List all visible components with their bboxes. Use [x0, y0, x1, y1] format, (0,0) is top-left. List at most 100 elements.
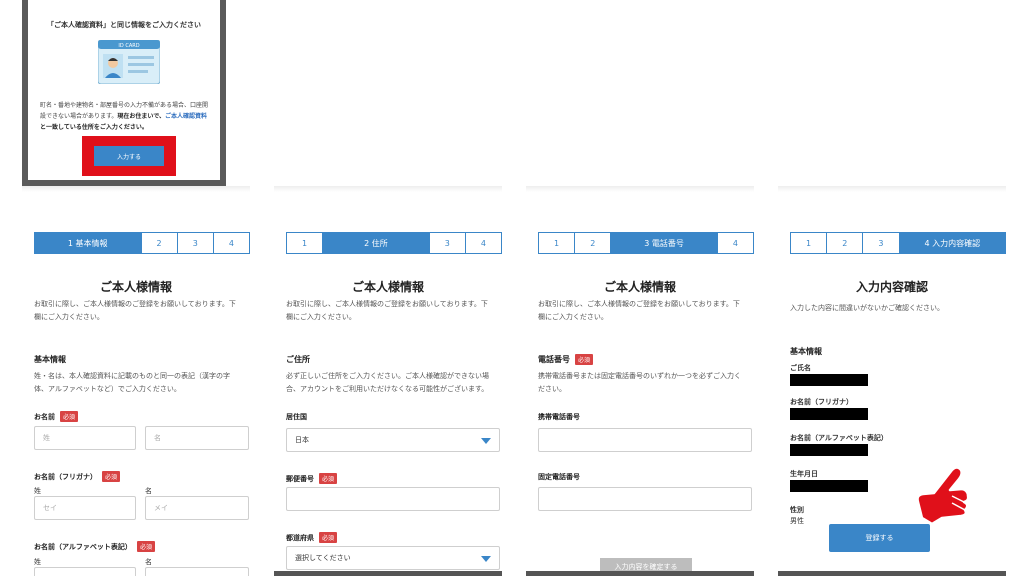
page-title: ご本人様情報	[603, 280, 676, 294]
section-title: 電話番号 必須	[538, 354, 594, 365]
last-name-input[interactable]: 姓	[34, 426, 136, 450]
modal-description: 町名・番地や建物名・部屋番号の入力不備がある場合、口座開設できない場合があります…	[40, 100, 210, 133]
stepper: 1 2 住所 3 4	[286, 232, 502, 254]
required-badge: 必須	[60, 411, 79, 422]
required-badge: 必須	[319, 473, 338, 484]
bottom-bar	[274, 571, 502, 576]
modal-title: 「ご本人確認資料」と同じ情報をご入力ください	[47, 21, 201, 29]
step-2: 2	[574, 232, 611, 254]
register-button[interactable]: 登録する	[829, 524, 930, 552]
step-2: 2 住所	[322, 232, 429, 254]
dob-label: 生年月日	[790, 470, 818, 478]
page-title: ご本人様情報	[99, 280, 172, 294]
alpha-label: お名前（アルファベット表記）	[790, 434, 888, 442]
chevron-down-icon	[481, 556, 491, 562]
stepper: 1 2 3 電話番号 4	[538, 232, 754, 254]
landline-input[interactable]	[538, 487, 752, 511]
section-title: 基本情報	[790, 347, 822, 356]
page-title: 入力内容確認	[855, 280, 928, 294]
step-1: 1	[286, 232, 323, 254]
step-1: 1	[790, 232, 827, 254]
pref-label-text: 都道府県	[286, 533, 314, 542]
step-3: 3	[428, 232, 465, 254]
required-badge: 必須	[102, 471, 121, 482]
step-3: 3 電話番号	[610, 232, 717, 254]
alpha-mei-label: 名	[145, 558, 152, 566]
country-select[interactable]: 日本	[286, 428, 500, 452]
stepper: 1 2 3 4 入力内容確認	[790, 232, 1006, 254]
page-title: ご本人様情報	[351, 280, 424, 294]
first-name-input[interactable]: 名	[145, 426, 249, 450]
redacted-kana	[790, 408, 868, 420]
name-label: ご氏名	[790, 364, 811, 372]
kana-label: お名前（フリガナ）	[790, 398, 853, 406]
gender-value: 男性	[790, 517, 804, 525]
kana-first-input[interactable]: メイ	[145, 496, 249, 520]
modal-text-bold: 現在お住まいで、	[117, 113, 165, 120]
section-description: 携帯電話番号または固定電話番号のいずれか一つを必ずご入力ください。	[538, 372, 741, 393]
kana-label-text: お名前（フリガナ）	[34, 472, 97, 481]
prefecture-value: 選択してください	[295, 554, 351, 562]
section-title: ご住所	[286, 355, 310, 364]
kana-last-input[interactable]: セイ	[34, 496, 136, 520]
alpha-last-input[interactable]	[34, 567, 136, 576]
modal-text-link: ご本人確認資料	[165, 113, 208, 120]
bottom-bar	[778, 571, 1006, 576]
postal-input[interactable]	[286, 487, 500, 511]
panel-basic-info: 1 基本情報 2 3 4 ご本人様情報 お取引に際し、ご本人様情報のご登録をお願…	[22, 186, 250, 576]
panel-phone: 1 2 3 電話番号 4 ご本人様情報 お取引に際し、ご本人様情報のご登録をお願…	[526, 186, 754, 576]
kana-sei-label: 姓	[34, 487, 41, 495]
kana-label: お名前（フリガナ） 必須	[34, 471, 121, 482]
intro-text: お取引に際し、ご本人様情報のご登録をお願いしております。下欄にご入力ください。	[538, 300, 740, 321]
redacted-name	[790, 374, 868, 386]
alpha-first-input[interactable]	[145, 567, 249, 576]
required-badge: 必須	[319, 532, 338, 543]
name-label-text: お名前	[34, 412, 55, 421]
postal-label-text: 郵便番号	[286, 474, 314, 483]
stepper: 1 基本情報 2 3 4	[34, 232, 250, 254]
prefecture-select[interactable]: 選択してください	[286, 546, 500, 570]
step-4: 4	[464, 232, 502, 254]
required-badge: 必須	[575, 354, 594, 365]
panel-confirm: 1 2 3 4 入力内容確認 入力内容確認 入力した内容に間違いがないかご確認く…	[778, 186, 1006, 576]
step-4: 4 入力内容確認	[898, 232, 1006, 254]
redacted-dob	[790, 480, 868, 492]
enter-button[interactable]: 入力する	[94, 146, 164, 166]
section-description: 必ず正しいご住所をご入力ください。ご本人様確認ができない場合、アカウントをご利用…	[286, 372, 489, 393]
section-title: 基本情報	[34, 355, 66, 364]
gender-label: 性別	[790, 506, 804, 514]
kana-mei-label: 名	[145, 487, 152, 495]
section-description: 姓・名は、本人確認資料に記載のものと同一の表記（漢字の字体、アルファベットなど）…	[34, 372, 230, 393]
step-2: 2	[140, 232, 177, 254]
pointing-hand-icon	[916, 466, 970, 526]
step-2: 2	[826, 232, 863, 254]
red-highlight-box: 入力する	[82, 136, 176, 176]
id-confirm-modal: 「ご本人確認資料」と同じ情報をご入力ください ID CARD 町名・番地や建物名…	[22, 0, 226, 186]
alpha-label-text: お名前（アルファベット表記）	[34, 542, 132, 551]
id-card-illustration: ID CARD	[98, 40, 160, 84]
required-badge: 必須	[136, 541, 155, 552]
alpha-sei-label: 姓	[34, 558, 41, 566]
panel-address: 1 2 住所 3 4 ご本人様情報 お取引に際し、ご本人様情報のご登録をお願いし…	[274, 186, 502, 576]
alpha-label: お名前（アルファベット表記） 必須	[34, 541, 155, 552]
modal-text-bold-2: と一致している住所をご入力ください。	[40, 124, 148, 131]
mobile-input[interactable]	[538, 428, 752, 452]
intro-text: 入力した内容に間違いがないかご確認ください。	[790, 304, 944, 312]
svg-text:ID CARD: ID CARD	[118, 43, 139, 49]
step-1: 1	[538, 232, 575, 254]
intro-text: お取引に際し、ご本人様情報のご登録をお願いしております。下欄にご入力ください。	[286, 300, 488, 321]
name-label: お名前 必須	[34, 411, 79, 422]
mobile-label: 携帯電話番号	[538, 413, 580, 421]
step-3: 3	[176, 232, 213, 254]
section-title-text: 電話番号	[538, 355, 570, 364]
postal-label: 郵便番号 必須	[286, 473, 338, 484]
step-4: 4	[212, 232, 250, 254]
redacted-alpha	[790, 444, 868, 456]
chevron-down-icon	[481, 438, 491, 444]
modal-content: 「ご本人確認資料」と同じ情報をご入力ください ID CARD 町名・番地や建物名…	[28, 0, 220, 180]
bottom-bar	[526, 571, 754, 576]
landline-label: 固定電話番号	[538, 473, 580, 481]
country-label: 居住国	[286, 413, 307, 421]
intro-text: お取引に際し、ご本人様情報のご登録をお願いしております。下欄にご入力ください。	[34, 300, 236, 321]
step-3: 3	[862, 232, 899, 254]
